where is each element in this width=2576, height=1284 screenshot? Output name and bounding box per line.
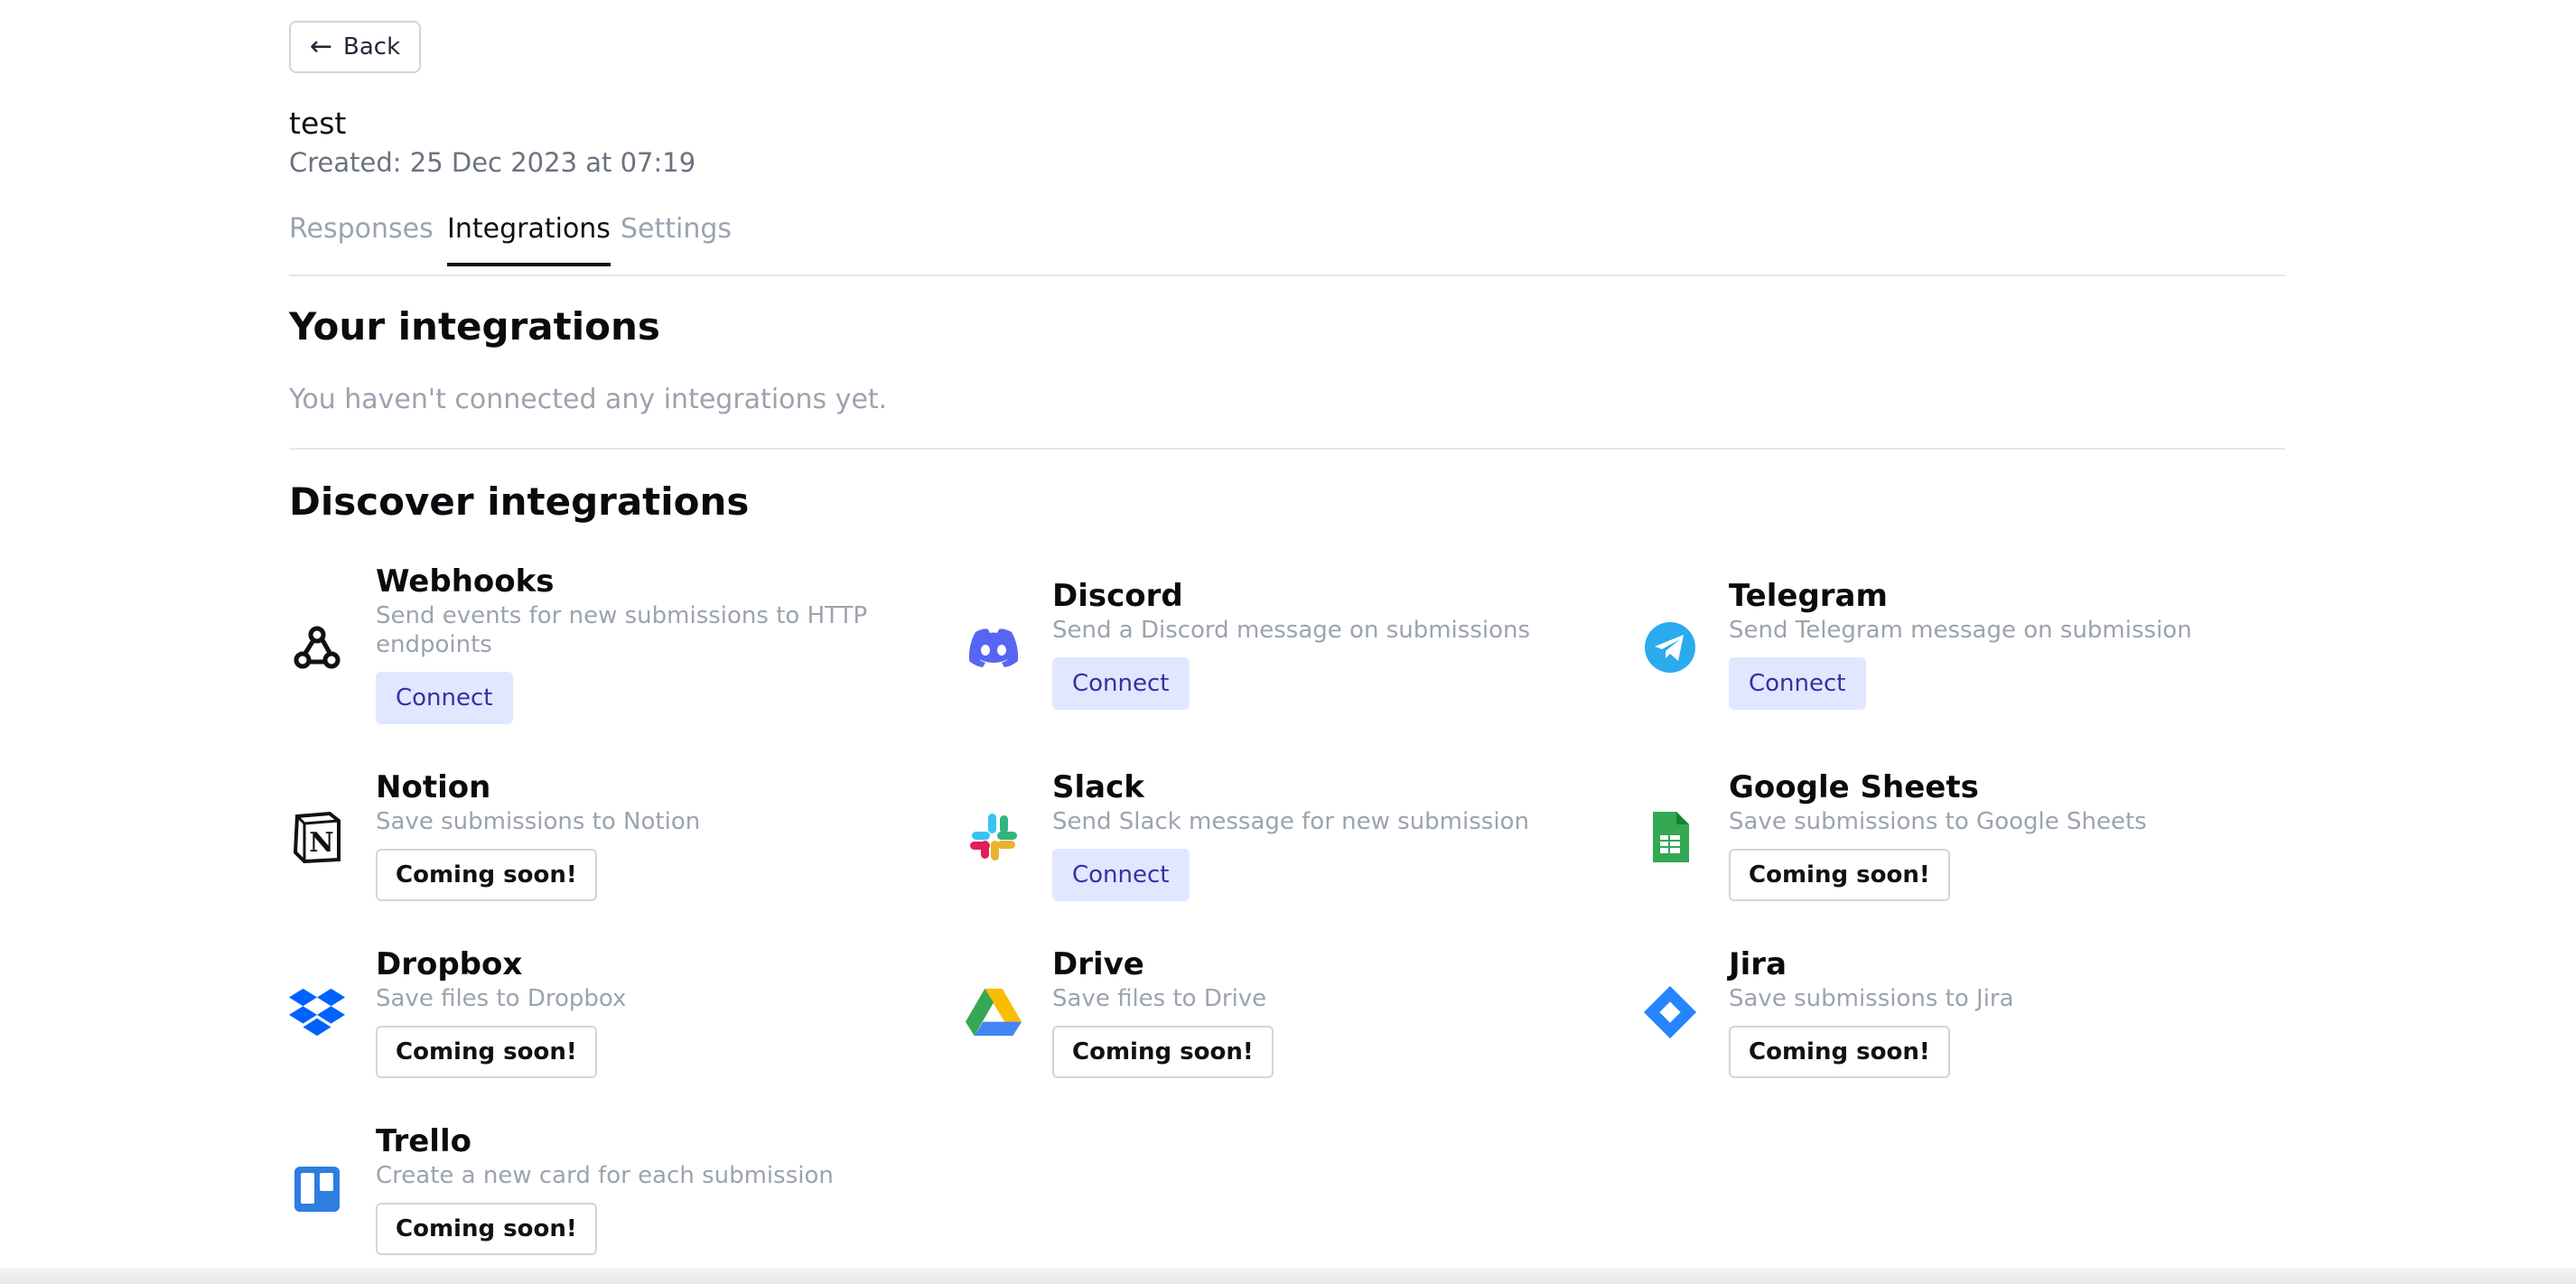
tab-responses[interactable]: Responses (289, 213, 434, 263)
integration-name: Webhooks (376, 563, 555, 600)
integration-description: Save files to Dropbox (376, 985, 627, 1012)
integration-description: Send Telegram message on submission (1729, 617, 2192, 644)
your-integrations-heading: Your integrations (289, 304, 660, 349)
webhook-icon (289, 619, 345, 675)
section-divider (289, 448, 2285, 450)
svg-text:N: N (309, 827, 333, 859)
integration-name: Jira (1729, 946, 1787, 982)
integration-name: Telegram (1729, 578, 1888, 614)
integration-name: Drive (1052, 946, 1144, 982)
jira-icon (1642, 984, 1698, 1040)
trello-coming-soon-button[interactable]: Coming soon! (376, 1203, 597, 1255)
google-sheets-coming-soon-button[interactable]: Coming soon! (1729, 849, 1950, 901)
connect-webhooks-button[interactable]: Connect (376, 672, 513, 724)
telegram-icon (1642, 619, 1698, 675)
window-bottom-edge (0, 1268, 2576, 1284)
integration-name: Slack (1052, 769, 1144, 805)
discover-integrations-heading: Discover integrations (289, 479, 750, 524)
integration-description: Send a Discord message on submissions (1052, 617, 1531, 644)
google-sheets-icon (1642, 809, 1698, 865)
integration-description: Save submissions to Jira (1729, 985, 2014, 1012)
dropbox-icon (289, 984, 345, 1040)
integration-description: Send events for new submissions to HTTP … (376, 602, 868, 658)
tab-settings[interactable]: Settings (621, 213, 732, 263)
integration-description: Create a new card for each submission (376, 1162, 834, 1189)
trello-icon (289, 1161, 345, 1217)
discord-icon (966, 619, 1022, 675)
dropbox-coming-soon-button[interactable]: Coming soon! (376, 1026, 597, 1078)
slack-icon (966, 809, 1022, 865)
integration-name: Google Sheets (1729, 769, 1979, 805)
connect-telegram-button[interactable]: Connect (1729, 657, 1866, 710)
form-title: test (289, 106, 347, 141)
integrations-page: ← Back test Created: 25 Dec 2023 at 07:1… (0, 0, 2576, 1284)
back-label: Back (343, 33, 401, 60)
created-date: Created: 25 Dec 2023 at 07:19 (289, 147, 696, 178)
integration-description: Send Slack message for new submission (1052, 808, 1529, 835)
integration-name: Trello (376, 1123, 471, 1159)
back-button[interactable]: ← Back (289, 21, 421, 73)
google-drive-icon (966, 984, 1022, 1040)
integration-name: Dropbox (376, 946, 523, 982)
notion-icon: N (289, 809, 345, 865)
integration-description: Save submissions to Notion (376, 808, 701, 835)
tab-bar: Responses Integrations Settings (289, 206, 2285, 276)
empty-integrations-text: You haven't connected any integrations y… (289, 384, 888, 415)
notion-coming-soon-button[interactable]: Coming soon! (376, 849, 597, 901)
tab-integrations[interactable]: Integrations (447, 213, 611, 266)
drive-coming-soon-button[interactable]: Coming soon! (1052, 1026, 1274, 1078)
connect-slack-button[interactable]: Connect (1052, 849, 1190, 901)
connect-discord-button[interactable]: Connect (1052, 657, 1190, 710)
integration-name: Notion (376, 769, 491, 805)
integration-description: Save files to Drive (1052, 985, 1267, 1012)
arrow-left-icon: ← (309, 31, 332, 62)
integration-description: Save submissions to Google Sheets (1729, 808, 2147, 835)
integration-name: Discord (1052, 578, 1183, 614)
jira-coming-soon-button[interactable]: Coming soon! (1729, 1026, 1950, 1078)
